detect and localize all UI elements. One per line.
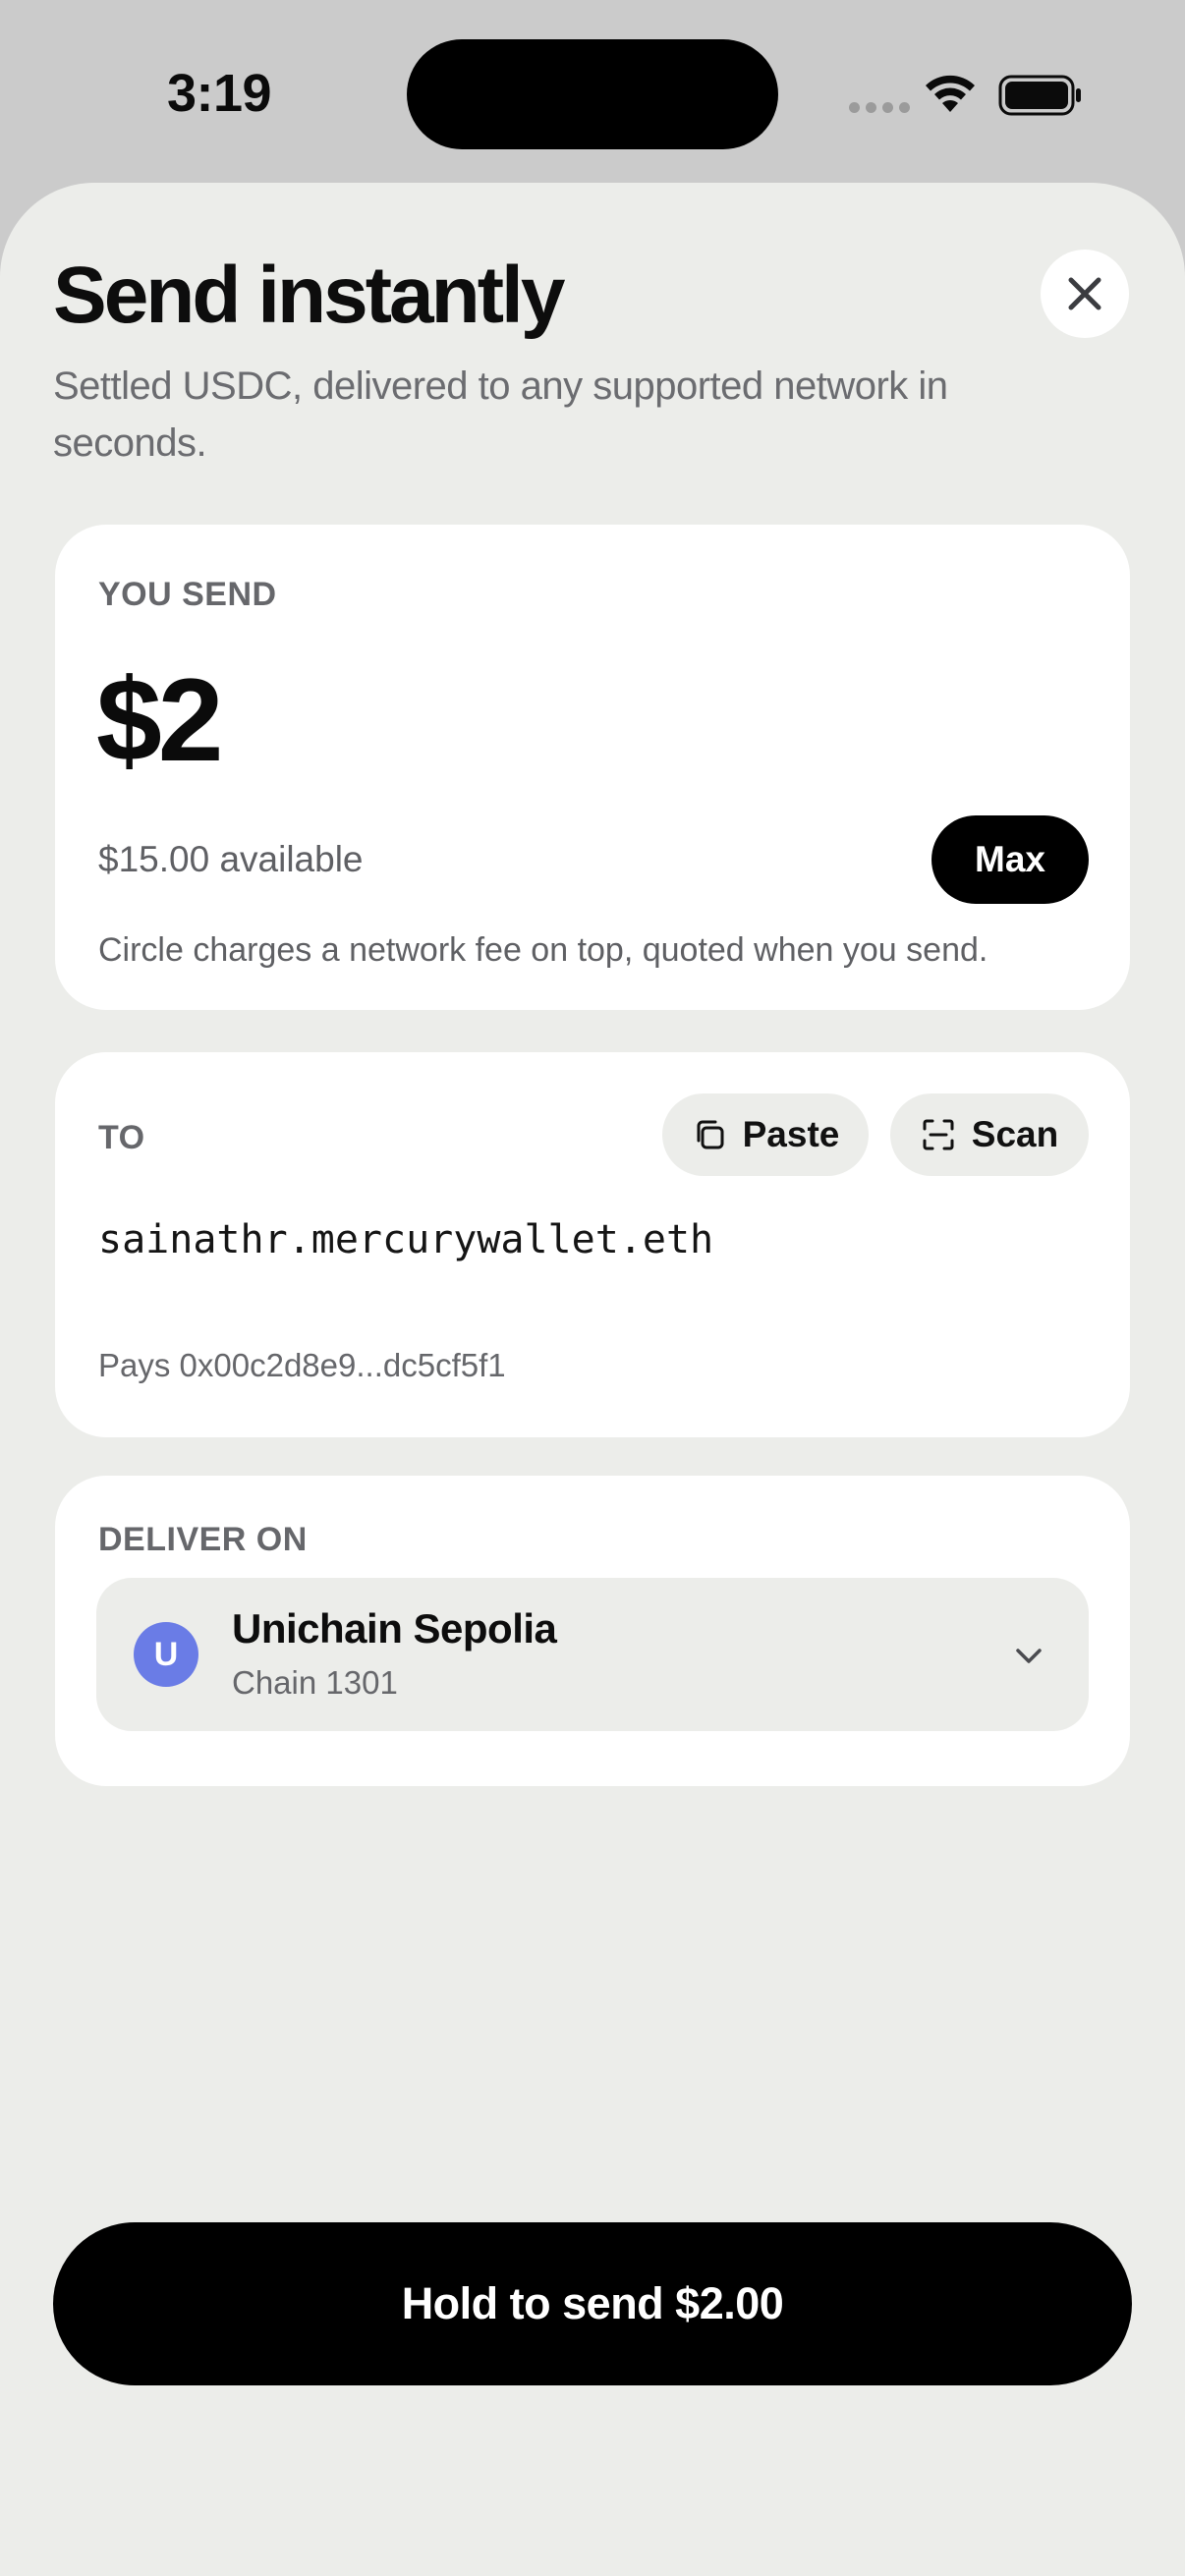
network-badge-icon: U <box>134 1622 198 1687</box>
status-time: 3:19 <box>167 64 272 123</box>
page-subtitle: Settled USDC, delivered to any supported… <box>53 364 948 465</box>
scan-label: Scan <box>971 1114 1059 1154</box>
chevron-down-icon <box>1016 1649 1042 1663</box>
network-select[interactable]: U Unichain Sepolia Chain 1301 <box>96 1578 1089 1731</box>
deliver-on-card: DELIVER ON U Unichain Sepolia Chain 1301 <box>55 1476 1130 1786</box>
close-icon <box>1068 277 1101 310</box>
cellular-signal-icon <box>849 102 910 113</box>
scan-icon <box>923 1119 954 1150</box>
resolved-address: Pays 0x00c2d8e9...dc5cf5f1 <box>98 1347 506 1383</box>
send-sheet: Send instantly Settled USDC, delivered t… <box>0 183 1185 2576</box>
network-chain-id: Chain 1301 <box>232 1664 398 1701</box>
status-bar: 3:19 <box>0 0 1185 187</box>
paste-label: Paste <box>742 1114 840 1154</box>
close-button[interactable] <box>1041 250 1129 338</box>
copy-icon <box>697 1120 724 1149</box>
deliver-on-label: DELIVER ON <box>98 1521 308 1558</box>
hold-to-send-button[interactable]: Hold to send $2.00 <box>53 2222 1132 2385</box>
amount-input[interactable]: $2 <box>96 652 223 788</box>
you-send-label: YOU SEND <box>98 576 277 613</box>
dynamic-island <box>407 39 778 149</box>
fee-note: Circle charges a network fee on top, quo… <box>98 931 988 969</box>
you-send-card: YOU SEND $2 $15.00 available Max Circle … <box>55 525 1130 1010</box>
battery-icon <box>998 75 1081 116</box>
available-balance: $15.00 available <box>98 839 364 879</box>
network-name: Unichain Sepolia <box>232 1605 557 1652</box>
to-label: TO <box>98 1119 145 1156</box>
recipient-input[interactable]: sainathr.mercurywallet.eth <box>98 1217 713 1262</box>
page-title: Send instantly <box>53 251 565 340</box>
wifi-icon <box>926 75 975 112</box>
paste-button[interactable]: Paste <box>662 1093 869 1176</box>
scan-button[interactable]: Scan <box>890 1093 1089 1176</box>
to-card: TO Paste Scan sainathr.mercurywallet.eth… <box>55 1052 1130 1437</box>
max-button[interactable]: Max <box>931 815 1089 904</box>
